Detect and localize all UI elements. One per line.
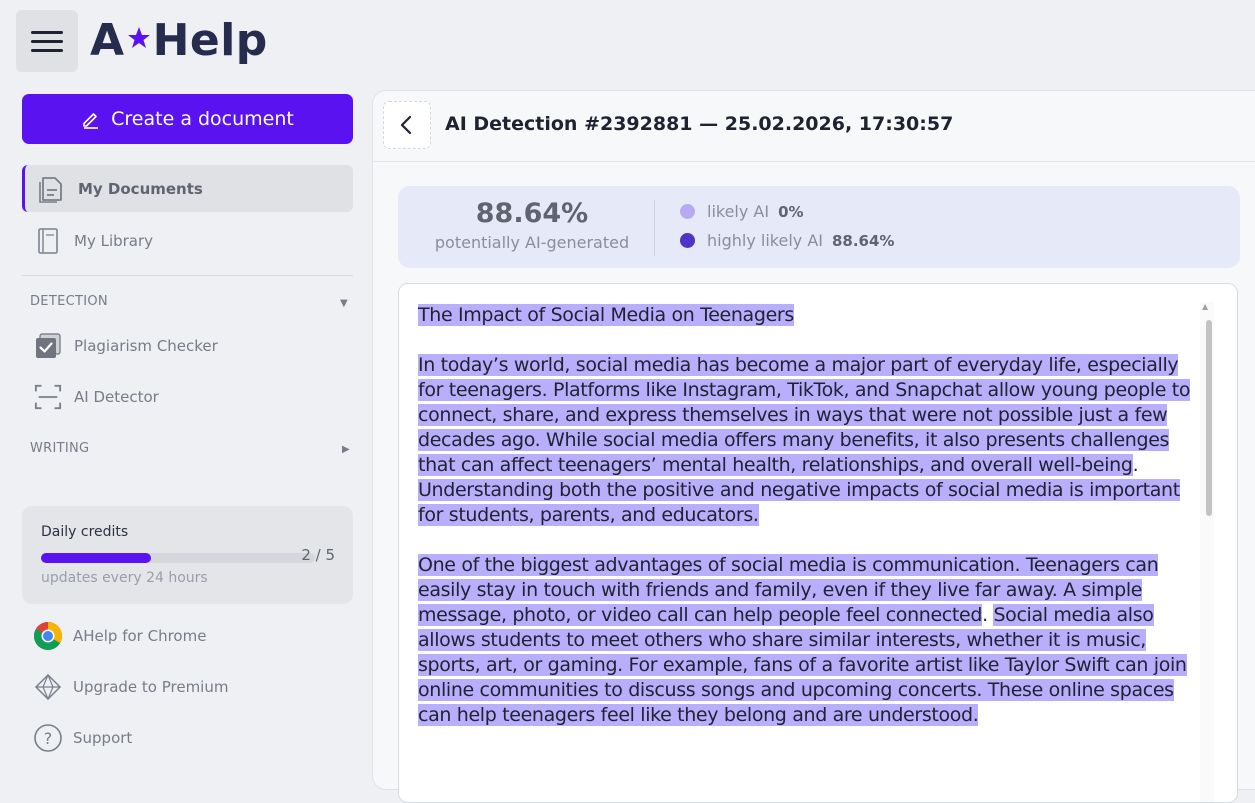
scan-icon bbox=[34, 383, 62, 411]
highlighted-text: Understanding both the positive and nega… bbox=[418, 479, 1180, 526]
legend-dot-dark bbox=[680, 233, 695, 248]
star-icon bbox=[127, 27, 150, 48]
sidebar-item-my-documents[interactable]: My Documents bbox=[22, 165, 353, 212]
daily-credits-card: Daily credits 2 / 5 updates every 24 hou… bbox=[22, 506, 353, 604]
caret-right-icon[interactable]: ▶ bbox=[342, 444, 350, 455]
logo-text-a: A bbox=[90, 14, 125, 66]
credits-title: Daily credits bbox=[41, 524, 129, 540]
panel-header: AI Detection #2392881 — 25.02.2026, 17:3… bbox=[373, 91, 1255, 162]
scroll-up-arrow-icon[interactable]: ▲ bbox=[1202, 302, 1208, 311]
sidebar-item-upgrade-premium[interactable]: Upgrade to Premium bbox=[32, 671, 228, 703]
sidebar-item-label: My Library bbox=[74, 231, 154, 250]
score-value: 88.64% bbox=[475, 198, 589, 229]
legend-dot-light bbox=[680, 204, 695, 219]
legend-highly-likely-ai: highly likely AI 88.64% bbox=[680, 231, 894, 250]
chrome-icon bbox=[32, 620, 64, 652]
menu-line bbox=[31, 30, 63, 34]
document-text: The Impact of Social Media on Teenagers … bbox=[418, 303, 1208, 753]
sidebar-item-label: My Documents bbox=[78, 179, 203, 198]
sidebar-item-ai-detector[interactable]: AI Detector bbox=[22, 373, 353, 420]
pencil-icon bbox=[83, 113, 99, 129]
document-paragraph-2: One of the biggest advantages of social … bbox=[418, 553, 1208, 728]
legend-value: 0% bbox=[778, 202, 804, 221]
detection-result-panel: AI Detection #2392881 — 25.02.2026, 17:3… bbox=[372, 90, 1255, 803]
sidebar-item-plagiarism-checker[interactable]: Plagiarism Checker bbox=[22, 322, 353, 369]
document-viewer[interactable]: The Impact of Social Media on Teenagers … bbox=[398, 283, 1238, 803]
credits-progress-bar bbox=[41, 553, 315, 563]
documents-icon bbox=[38, 175, 66, 203]
menu-line bbox=[31, 48, 63, 52]
score-divider bbox=[654, 200, 655, 256]
legend-label: likely AI bbox=[707, 202, 770, 221]
sidebar-item-label: Support bbox=[73, 729, 133, 747]
legend-label: highly likely AI bbox=[707, 231, 823, 250]
sidebar-item-label: Upgrade to Premium bbox=[73, 678, 229, 696]
highlighted-text: In today’s world, social media has becom… bbox=[418, 354, 1191, 476]
create-document-button[interactable]: Create a document bbox=[22, 94, 353, 144]
score-label: potentially AI-generated bbox=[434, 233, 630, 252]
menu-line bbox=[31, 39, 63, 43]
sidebar-item-label: AI Detector bbox=[74, 387, 159, 406]
ai-score-card: 88.64% potentially AI-generated likely A… bbox=[398, 186, 1240, 268]
plain-text: . bbox=[982, 604, 994, 626]
page-title: AI Detection #2392881 — 25.02.2026, 17:3… bbox=[445, 113, 954, 135]
sidebar-item-my-library[interactable]: My Library bbox=[22, 217, 353, 264]
create-document-label: Create a document bbox=[111, 108, 294, 130]
document-title-paragraph: The Impact of Social Media on Teenagers bbox=[418, 303, 1208, 328]
credits-subtitle: updates every 24 hours bbox=[41, 570, 208, 586]
highlighted-text: The Impact of Social Media on Teenagers bbox=[418, 304, 794, 326]
chevron-left-icon bbox=[400, 115, 412, 135]
help-icon: ? bbox=[32, 722, 64, 754]
credits-progress-fill bbox=[41, 553, 151, 563]
sidebar-item-ahelp-chrome[interactable]: AHelp for Chrome bbox=[32, 620, 206, 652]
credits-count: 2 / 5 bbox=[301, 546, 335, 564]
hamburger-menu-button[interactable] bbox=[16, 10, 78, 72]
sidebar-item-label: AHelp for Chrome bbox=[73, 627, 207, 645]
book-icon bbox=[34, 227, 62, 255]
logo-text-help: Help bbox=[152, 14, 268, 66]
section-writing-label[interactable]: WRITING bbox=[30, 441, 89, 456]
caret-down-icon[interactable]: ▼ bbox=[340, 298, 348, 309]
scrollbar-thumb[interactable] bbox=[1206, 320, 1212, 516]
back-button[interactable] bbox=[383, 101, 431, 149]
plain-text: . bbox=[1132, 454, 1139, 476]
diamond-icon bbox=[32, 671, 64, 703]
sidebar-item-support[interactable]: ? Support bbox=[32, 722, 132, 754]
legend-likely-ai: likely AI 0% bbox=[680, 202, 804, 221]
document-paragraph-1: In today’s world, social media has becom… bbox=[418, 353, 1208, 528]
checkbox-icon bbox=[34, 332, 62, 360]
sidebar-divider bbox=[22, 275, 353, 276]
section-detection-label[interactable]: DETECTION bbox=[30, 294, 108, 309]
score-summary: 88.64% potentially AI-generated bbox=[398, 198, 666, 252]
sidebar-item-label: Plagiarism Checker bbox=[74, 336, 218, 355]
legend-value: 88.64% bbox=[831, 231, 895, 250]
svg-text:?: ? bbox=[44, 729, 53, 748]
ahelp-logo[interactable]: A Help bbox=[90, 8, 268, 72]
